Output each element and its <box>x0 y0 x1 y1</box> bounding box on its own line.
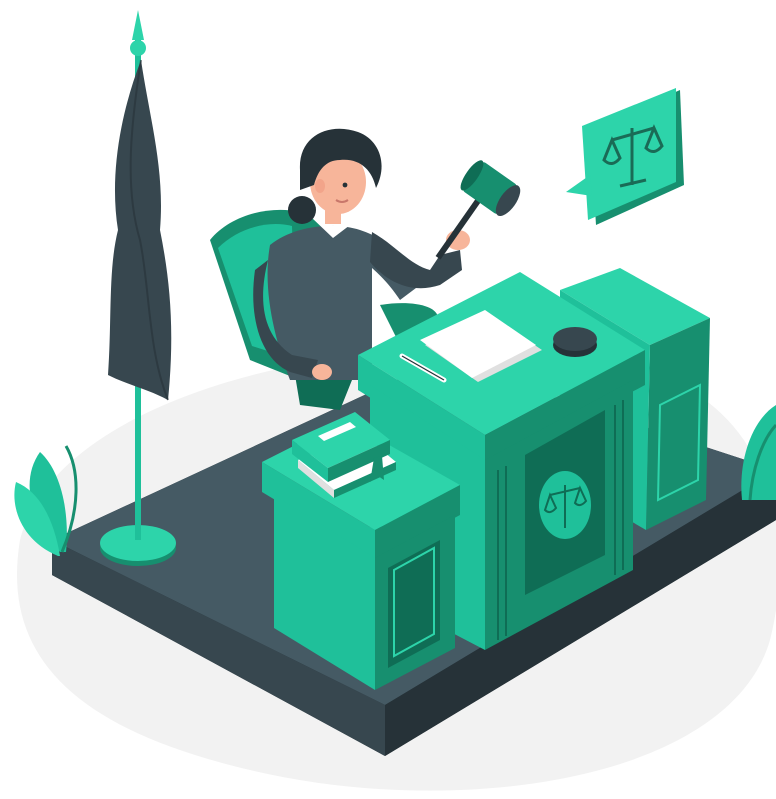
gavel-icon <box>435 160 521 260</box>
sound-block <box>553 327 597 357</box>
judge-scene-illustration <box>14 10 776 791</box>
plant-right <box>741 405 776 501</box>
speech-bubble-icon <box>566 88 684 225</box>
